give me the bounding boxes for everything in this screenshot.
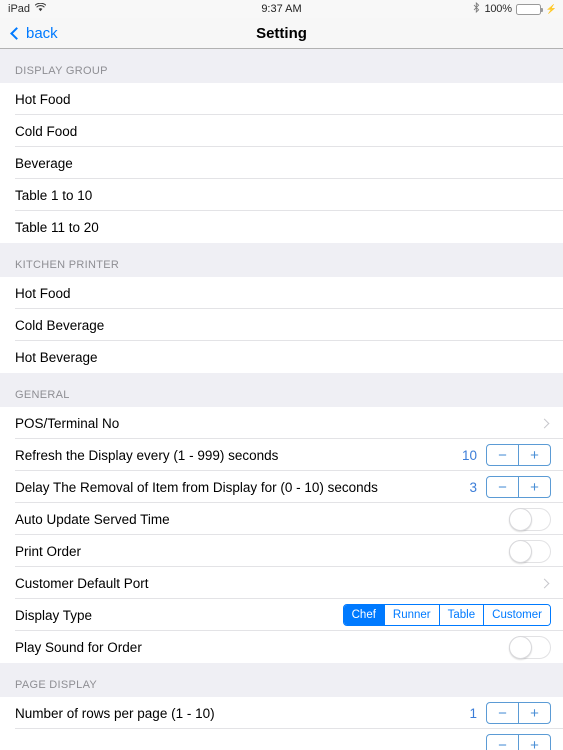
stepper-decrement-button[interactable]: − bbox=[487, 477, 519, 497]
list-row-table-11-to-20[interactable]: Table 11 to 20 bbox=[0, 211, 563, 243]
row-label: Number of rows per page (1 - 10) bbox=[15, 705, 215, 721]
toggle-switch[interactable] bbox=[509, 635, 551, 659]
chevron-right-icon bbox=[539, 578, 550, 588]
list-row-hot-food[interactable]: Hot Food bbox=[0, 83, 563, 115]
list-row-table-1-to-10[interactable]: Table 1 to 10 bbox=[0, 179, 563, 211]
row-label: Hot Food bbox=[15, 285, 71, 301]
row-accessory: 3− + bbox=[469, 476, 551, 498]
list-row-customer-default-port[interactable]: Customer Default Port bbox=[0, 567, 563, 599]
toggle-switch[interactable] bbox=[509, 507, 551, 531]
segment-customer[interactable]: Customer bbox=[484, 605, 550, 625]
list-row-cold-beverage[interactable]: Cold Beverage bbox=[0, 309, 563, 341]
stepper-control[interactable]: − + bbox=[486, 444, 551, 466]
list-row-print-order[interactable]: Print Order bbox=[0, 535, 563, 567]
charging-bolt-icon: ⚡ bbox=[545, 3, 557, 14]
row-label: Print Order bbox=[15, 543, 82, 559]
row-label: Table 1 to 10 bbox=[15, 187, 93, 203]
row-accessory: Chef Runner Table Customer bbox=[342, 604, 551, 626]
row-label: Cold Beverage bbox=[15, 317, 105, 333]
list-row-display-type[interactable]: Display Type Chef Runner Table Customer bbox=[0, 599, 563, 631]
row-label: Delay The Removal of Item from Display f… bbox=[15, 479, 378, 495]
device-name-label: iPad bbox=[8, 3, 31, 15]
list-row-hot-beverage[interactable]: Hot Beverage bbox=[0, 341, 563, 373]
stepper-value: 3 bbox=[469, 479, 477, 495]
row-label: Cold Food bbox=[15, 123, 78, 139]
status-bar: iPad 9:37 AM 100% ⚡ bbox=[0, 0, 563, 18]
battery-icon bbox=[515, 3, 543, 15]
stepper-decrement-button[interactable]: − bbox=[487, 703, 519, 723]
segmented-control[interactable]: Chef Runner Table Customer bbox=[342, 604, 551, 626]
list-row-auto-update-served-time[interactable]: Auto Update Served Time bbox=[0, 503, 563, 535]
stepper-increment-button[interactable]: + bbox=[519, 703, 550, 723]
toggle-knob bbox=[509, 539, 532, 563]
toggle-switch[interactable] bbox=[509, 539, 551, 563]
toggle-knob bbox=[509, 507, 532, 531]
row-accessory bbox=[509, 539, 551, 563]
stepper-decrement-button[interactable]: − bbox=[487, 445, 519, 465]
list-row-number-of-rows-per-page-1-10[interactable]: Number of rows per page (1 - 10) 1− + bbox=[0, 697, 563, 729]
row-accessory: 10− + bbox=[462, 444, 551, 466]
row-label: Customer Default Port bbox=[15, 575, 149, 591]
segment-chef[interactable]: Chef bbox=[343, 605, 385, 625]
status-bar-left: iPad bbox=[8, 2, 47, 15]
row-accessory: 1− + bbox=[469, 702, 551, 724]
section-header-display-group: DISPLAY GROUP bbox=[0, 49, 563, 83]
navigation-bar: back Setting bbox=[0, 18, 563, 49]
row-label: Display Type bbox=[15, 607, 93, 623]
back-button[interactable]: back bbox=[0, 18, 68, 48]
stepper-value: 10 bbox=[461, 447, 477, 463]
stepper-increment-button[interactable]: + bbox=[519, 477, 550, 497]
page-title: Setting bbox=[256, 24, 307, 42]
segment-table[interactable]: Table bbox=[439, 605, 485, 625]
bluetooth-icon bbox=[473, 1, 480, 16]
settings-screen: iPad 9:37 AM 100% ⚡ back Setting DISPLAY… bbox=[0, 0, 563, 750]
stepper-increment-button[interactable]: + bbox=[519, 445, 550, 465]
row-label: Hot Food bbox=[15, 91, 71, 107]
chevron-right-icon bbox=[539, 418, 550, 428]
row-label: Beverage bbox=[15, 155, 73, 171]
row-accessory bbox=[539, 578, 551, 588]
section-header-kitchen-printer: KITCHEN PRINTER bbox=[0, 243, 563, 277]
stepper-control[interactable]: − + bbox=[486, 702, 551, 724]
section-header-general: GENERAL bbox=[0, 373, 563, 407]
row-label: Table 11 to 20 bbox=[15, 219, 99, 235]
stepper-control[interactable]: − + bbox=[486, 476, 551, 498]
stepper-increment-button[interactable]: + bbox=[519, 735, 550, 750]
list-row-play-sound-for-order[interactable]: Play Sound for Order bbox=[0, 631, 563, 663]
status-bar-right: 100% ⚡ bbox=[473, 1, 557, 16]
list-row-delay-the-removal-of-item-from-display-f[interactable]: Delay The Removal of Item from Display f… bbox=[0, 471, 563, 503]
row-label: Auto Update Served Time bbox=[15, 511, 170, 527]
segment-runner[interactable]: Runner bbox=[384, 605, 440, 625]
list-row-row[interactable]: − + bbox=[0, 729, 563, 750]
section-header-page-display: PAGE DISPLAY bbox=[0, 663, 563, 697]
row-accessory bbox=[539, 418, 551, 428]
list-row-cold-food[interactable]: Cold Food bbox=[0, 115, 563, 147]
stepper-value: 1 bbox=[469, 705, 477, 721]
row-accessory bbox=[509, 635, 551, 659]
settings-list: DISPLAY GROUP Hot Food Cold Food Beverage Ta… bbox=[0, 49, 563, 750]
battery-percent-label: 100% bbox=[484, 3, 512, 15]
wifi-icon bbox=[34, 2, 47, 15]
chevron-left-icon bbox=[10, 26, 23, 40]
stepper-control[interactable]: − + bbox=[486, 734, 551, 750]
list-row-hot-food[interactable]: Hot Food bbox=[0, 277, 563, 309]
stepper-decrement-button[interactable]: − bbox=[487, 735, 519, 750]
row-label: Refresh the Display every (1 - 999) seco… bbox=[15, 447, 279, 463]
row-accessory: − + bbox=[486, 734, 551, 750]
list-row-beverage[interactable]: Beverage bbox=[0, 147, 563, 179]
toggle-knob bbox=[509, 635, 532, 659]
back-button-label: back bbox=[26, 24, 58, 42]
row-accessory bbox=[509, 507, 551, 531]
row-label: Hot Beverage bbox=[15, 349, 98, 365]
row-label: POS/Terminal No bbox=[15, 415, 120, 431]
row-label: Play Sound for Order bbox=[15, 639, 142, 655]
list-row-pos-terminal-no[interactable]: POS/Terminal No bbox=[0, 407, 563, 439]
list-row-refresh-the-display-every-1-999-seconds[interactable]: Refresh the Display every (1 - 999) seco… bbox=[0, 439, 563, 471]
